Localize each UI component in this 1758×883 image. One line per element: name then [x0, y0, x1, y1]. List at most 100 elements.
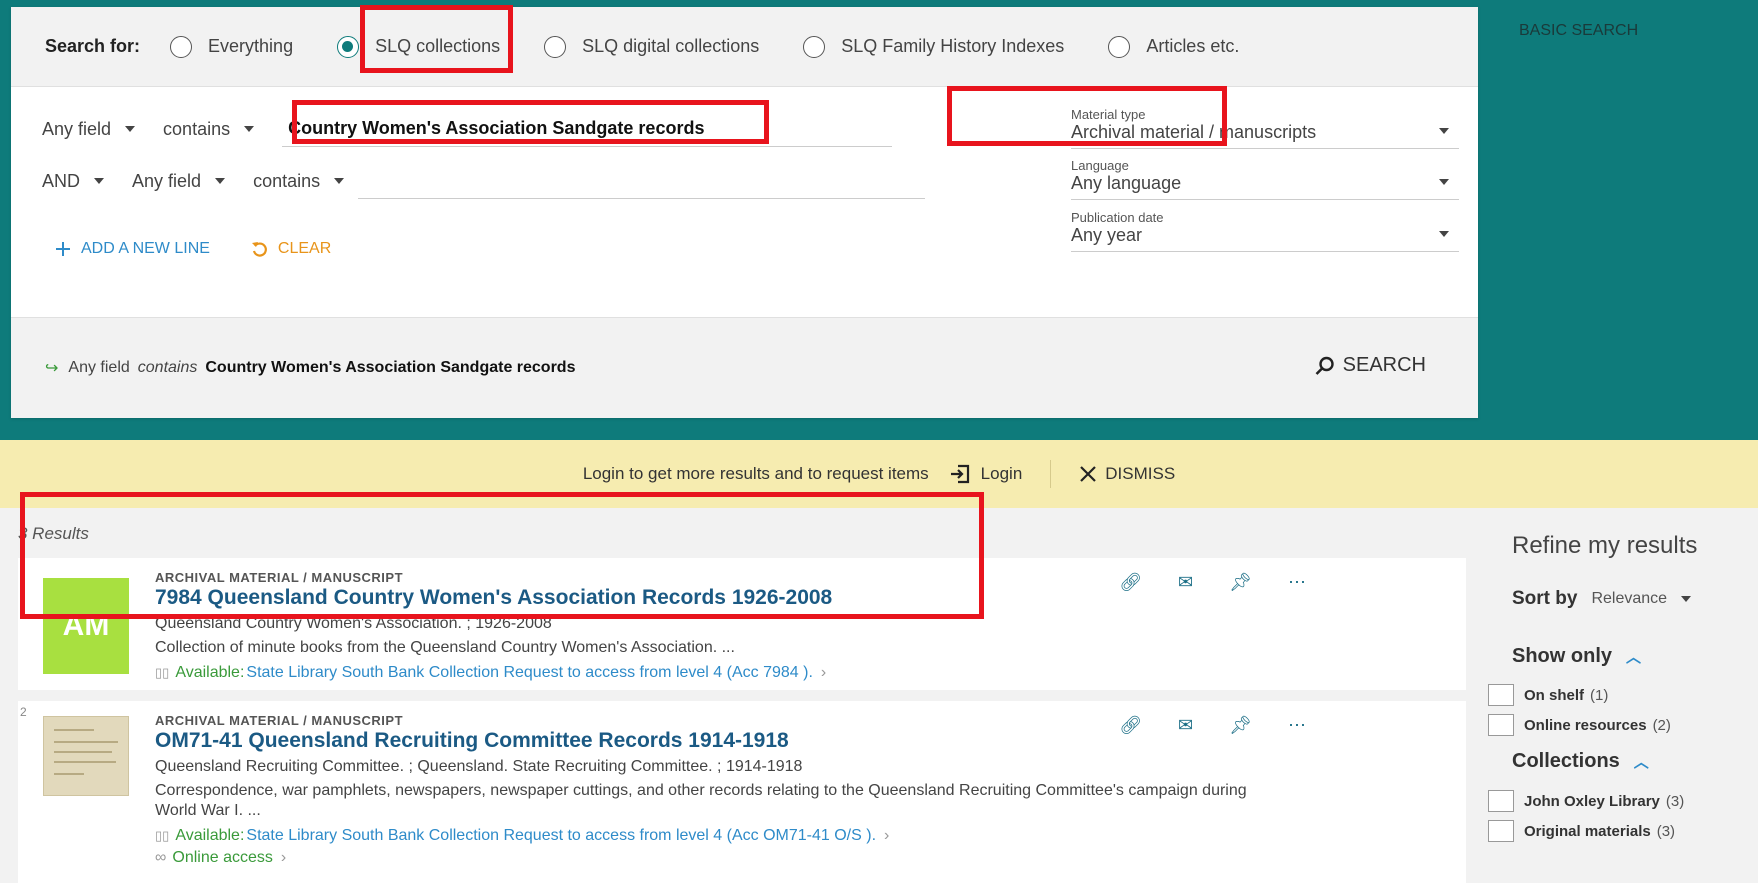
facet-label: On shelf: [1524, 686, 1585, 704]
scope-articles[interactable]: Articles etc.: [1108, 35, 1240, 58]
sort-by-control[interactable]: Sort by Relevance: [1512, 588, 1692, 610]
login-button[interactable]: Login: [949, 463, 1023, 485]
facet-on-shelf[interactable]: On shelf (1): [1488, 684, 1608, 706]
more-icon[interactable]: ⋯: [1288, 715, 1306, 736]
scope-label: Articles etc.: [1146, 36, 1240, 56]
advanced-search-panel: Search for: Everything SLQ collections S…: [11, 7, 1478, 418]
caret-down-icon: [1439, 128, 1449, 134]
scope-slq-digital[interactable]: SLQ digital collections: [544, 35, 760, 58]
link-icon[interactable]: 🔗︎: [1119, 715, 1142, 736]
close-icon: [1080, 466, 1097, 482]
sign-in-icon: [950, 464, 969, 484]
online-access-link[interactable]: ∞ Online access ›: [155, 849, 1255, 867]
facet-original-materials[interactable]: Original materials (3): [1488, 820, 1675, 842]
checkbox[interactable]: [1488, 714, 1514, 736]
availability-line[interactable]: ▯▯ Available: State Library South Bank C…: [155, 827, 1255, 845]
search-row-2: AND Any field contains: [42, 163, 926, 199]
dropdown-value: AND: [42, 170, 81, 191]
language-select[interactable]: Language Any language: [1071, 158, 1459, 200]
scope-everything[interactable]: Everything: [170, 35, 294, 58]
query-value: Country Women's Association Sandgate rec…: [205, 359, 576, 376]
document-thumbnail: [43, 716, 129, 796]
results-list: 3 Results AM ARCHIVAL MATERIAL / MANUSCR…: [0, 508, 1480, 883]
plus-icon: [56, 242, 70, 256]
caret-down-icon: [1681, 596, 1692, 602]
caret-down-icon: [215, 178, 226, 184]
checkbox[interactable]: [1488, 790, 1514, 812]
email-icon[interactable]: ✉: [1178, 572, 1193, 593]
result-title-link[interactable]: OM71-41 Queensland Recruiting Committee …: [155, 729, 1255, 753]
result-actions: 🔗︎ ✉ 📌︎ ⋯: [1119, 715, 1306, 736]
radio-icon[interactable]: [1108, 35, 1131, 58]
link-icon: ∞: [155, 849, 167, 866]
language-value: Any language: [1071, 173, 1182, 193]
publication-date-select[interactable]: Publication date Any year: [1071, 210, 1459, 252]
search-term-input-2[interactable]: [358, 163, 926, 199]
radio-icon[interactable]: [803, 35, 826, 58]
field-dropdown[interactable]: Any field: [42, 118, 136, 140]
dropdown-value: Any field: [42, 118, 112, 139]
chevron-right-icon: ›: [280, 849, 287, 866]
login-label: Login: [980, 464, 1023, 483]
caret-down-icon: [334, 178, 345, 184]
email-icon[interactable]: ✉: [1178, 715, 1193, 736]
add-new-line-button[interactable]: ADD A NEW LINE: [55, 240, 210, 258]
availability-location[interactable]: State Library South Bank Collection Requ…: [246, 664, 813, 682]
availability-line[interactable]: ▯▯ Available: State Library South Bank C…: [155, 664, 1255, 682]
operator-dropdown[interactable]: contains: [253, 170, 345, 192]
dismiss-button[interactable]: DISMISS: [1079, 464, 1175, 484]
show-only-header[interactable]: Show only ︿: [1512, 645, 1641, 668]
search-term-input[interactable]: Country Women's Association Sandgate rec…: [282, 111, 893, 147]
language-label: Language: [1071, 158, 1129, 173]
scope-label: SLQ collections: [375, 36, 501, 56]
show-only-label: Show only: [1512, 645, 1612, 667]
radio-icon[interactable]: [544, 35, 567, 58]
facet-count: (3): [1656, 822, 1676, 840]
availability-location[interactable]: State Library South Bank Collection Requ…: [246, 827, 876, 845]
scope-label: SLQ digital collections: [582, 36, 760, 56]
publication-date-label: Publication date: [1071, 210, 1164, 225]
book-icon: ▯▯: [155, 665, 170, 680]
scope-family-history[interactable]: SLQ Family History Indexes: [803, 35, 1065, 58]
scope-slq-collections[interactable]: SLQ collections: [337, 35, 501, 58]
clear-label: CLEAR: [277, 240, 332, 257]
add-new-line-label: ADD A NEW LINE: [81, 240, 210, 257]
link-icon[interactable]: 🔗︎: [1119, 572, 1142, 593]
dropdown-value: contains: [253, 170, 321, 191]
divider: [1050, 460, 1052, 488]
result-actions: 🔗︎ ✉ 📌︎ ⋯: [1119, 572, 1306, 593]
dismiss-label: DISMISS: [1105, 464, 1176, 483]
basic-search-link[interactable]: BASIC SEARCH: [1519, 22, 1638, 40]
result-title-link[interactable]: 7984 Queensland Country Women's Associat…: [155, 586, 1255, 610]
material-type-value: Archival material / manuscripts: [1071, 122, 1317, 142]
scope-label: SLQ Family History Indexes: [841, 36, 1065, 56]
checkbox[interactable]: [1488, 820, 1514, 842]
online-access-label: Online access: [172, 849, 273, 866]
caret-down-icon: [94, 178, 105, 184]
arrow-right-icon: ↪: [45, 360, 59, 377]
collections-header[interactable]: Collections ︿: [1512, 750, 1649, 773]
pin-icon[interactable]: 📌︎: [1229, 715, 1252, 736]
result-item[interactable]: 2 ARCHIVAL MATERIAL / MANUSCRIPT OM71-41…: [18, 701, 1466, 883]
checkbox[interactable]: [1488, 684, 1514, 706]
facet-online-resources[interactable]: Online resources (2): [1488, 714, 1671, 736]
sort-by-value[interactable]: Relevance: [1591, 590, 1667, 608]
pin-icon[interactable]: 📌︎: [1229, 572, 1252, 593]
boolean-dropdown[interactable]: AND: [42, 170, 105, 192]
caret-down-icon: [1439, 231, 1449, 237]
caret-down-icon: [1439, 179, 1449, 185]
login-message: Login to get more results and to request…: [582, 464, 929, 483]
search-row-1: Any field contains Country Women's Assoc…: [42, 111, 893, 147]
query-operator: contains: [137, 359, 198, 376]
operator-dropdown[interactable]: contains: [163, 119, 255, 140]
more-icon[interactable]: ⋯: [1288, 572, 1306, 593]
material-type-select[interactable]: Material type Archival material / manusc…: [1071, 107, 1459, 149]
radio-icon[interactable]: [170, 35, 193, 58]
field-dropdown[interactable]: Any field: [132, 171, 226, 192]
facet-john-oxley[interactable]: John Oxley Library (3): [1488, 790, 1684, 812]
clear-button[interactable]: CLEAR: [250, 239, 331, 259]
radio-selected-icon[interactable]: [337, 35, 360, 58]
search-button[interactable]: SEARCH: [1315, 354, 1426, 377]
result-item[interactable]: AM ARCHIVAL MATERIAL / MANUSCRIPT 7984 Q…: [18, 558, 1466, 690]
scope-label: Everything: [208, 36, 294, 56]
